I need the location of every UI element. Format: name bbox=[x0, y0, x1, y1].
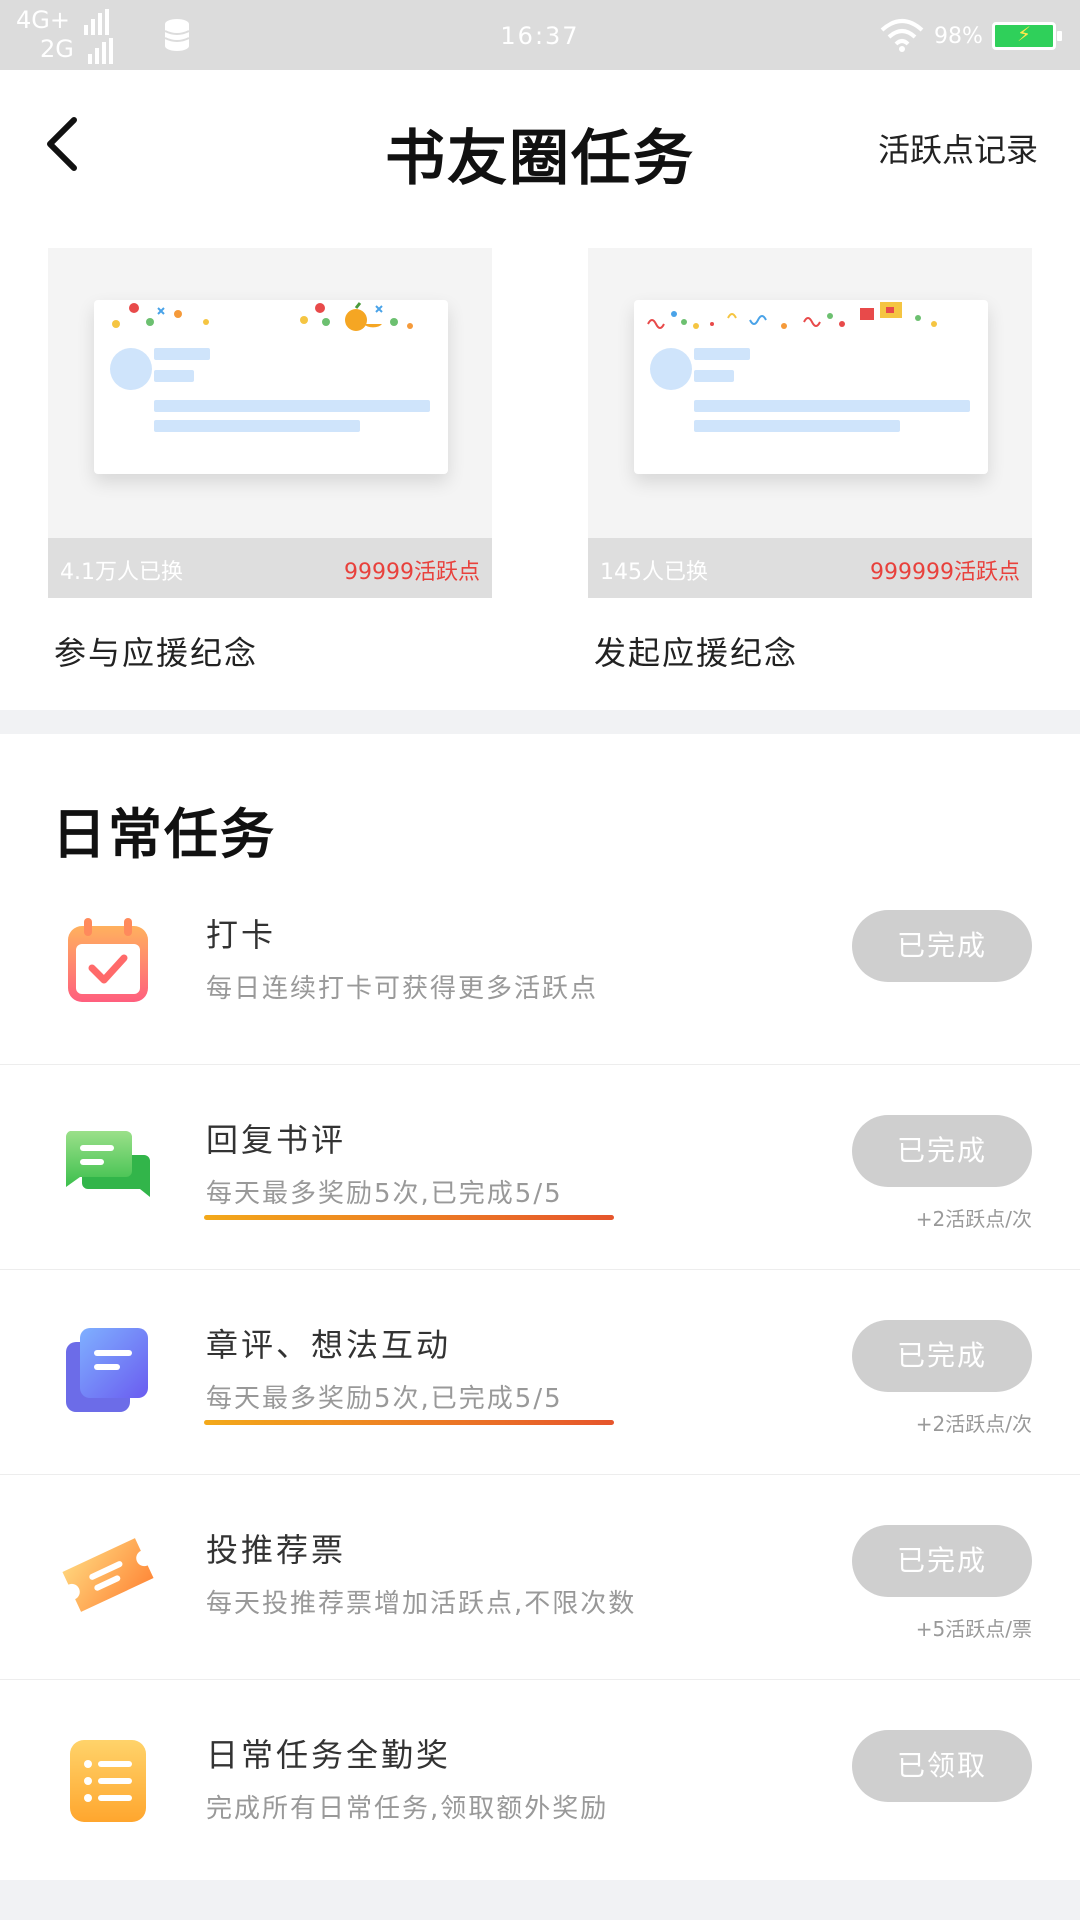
souvenir-preview bbox=[634, 300, 988, 474]
task-status-button[interactable]: 已完成 bbox=[852, 910, 1032, 982]
reward-note: +5活跃点/票 bbox=[915, 1617, 1032, 1641]
task-status-button[interactable]: 已领取 bbox=[852, 1730, 1032, 1802]
souvenir-stats-band: 4.1万人已换 99999活跃点 bbox=[48, 538, 492, 598]
souvenir-label: 参与应援纪念 bbox=[54, 634, 259, 672]
points-cost: 99999活跃点 bbox=[344, 560, 480, 585]
activity-record-link[interactable]: 活跃点记录 bbox=[878, 125, 1038, 171]
task-row-recommend-vote: 投推荐票 每天投推荐票增加活跃点,不限次数 已完成 +5活跃点/票 bbox=[0, 1475, 1080, 1680]
calendar-check-icon bbox=[68, 918, 148, 1002]
ticket-icon bbox=[62, 1538, 154, 1612]
task-title: 日常任务全勤奖 bbox=[206, 1736, 452, 1774]
notes-icon bbox=[66, 1328, 148, 1412]
souvenir-card[interactable]: 4.1万人已换 99999活跃点 参与应援纪念 bbox=[48, 248, 492, 674]
progress-underline bbox=[204, 1215, 614, 1220]
task-status-button[interactable]: 已完成 bbox=[852, 1525, 1032, 1597]
status-bar: 4G+ 2G 16:37 98% ⚡ bbox=[0, 0, 1080, 70]
progress-underline bbox=[204, 1420, 614, 1425]
reward-note: +2活跃点/次 bbox=[915, 1412, 1032, 1436]
task-description: 每天最多奖励5次,已完成5/5 bbox=[206, 1179, 563, 1209]
text-placeholder bbox=[154, 400, 430, 412]
task-description: 每日连续打卡可获得更多活跃点 bbox=[206, 974, 599, 1004]
nav-bar: 书友圈任务 活跃点记录 bbox=[0, 70, 1080, 220]
battery-icon: ⚡ bbox=[992, 22, 1062, 50]
souvenir-card[interactable]: 145人已换 999999活跃点 发起应援纪念 bbox=[588, 248, 1032, 674]
text-placeholder bbox=[694, 348, 750, 360]
task-status-button[interactable]: 已完成 bbox=[852, 1320, 1032, 1392]
souvenir-card-image: 145人已换 999999活跃点 bbox=[588, 248, 1032, 598]
points-cost: 999999活跃点 bbox=[870, 560, 1020, 585]
souvenir-card-image: 4.1万人已换 99999活跃点 bbox=[48, 248, 492, 598]
text-placeholder bbox=[694, 370, 734, 382]
souvenir-label: 发起应援纪念 bbox=[594, 634, 799, 672]
task-title: 打卡 bbox=[206, 916, 277, 954]
task-title: 回复书评 bbox=[206, 1121, 347, 1159]
task-title: 章评、想法互动 bbox=[206, 1326, 452, 1364]
text-placeholder bbox=[694, 420, 900, 432]
avatar-placeholder bbox=[650, 348, 692, 390]
text-placeholder bbox=[154, 348, 210, 360]
souvenir-preview bbox=[94, 300, 448, 474]
souvenir-section: 4.1万人已换 99999活跃点 参与应援纪念 145人已换 999999活跃点… bbox=[0, 220, 1080, 710]
task-description: 每天最多奖励5次,已完成5/5 bbox=[206, 1384, 563, 1414]
confetti-decoration bbox=[112, 302, 413, 331]
task-title: 投推荐票 bbox=[206, 1531, 347, 1569]
souvenir-stats-band: 145人已换 999999活跃点 bbox=[588, 538, 1032, 598]
task-row-checkin: 打卡 每日连续打卡可获得更多活跃点 已完成 bbox=[0, 860, 1080, 1065]
section-divider bbox=[0, 710, 1080, 734]
avatar-placeholder bbox=[110, 348, 152, 390]
task-description: 完成所有日常任务,领取额外奖励 bbox=[206, 1794, 609, 1824]
section-title: 日常任务 bbox=[52, 802, 276, 866]
wifi-icon bbox=[880, 19, 924, 52]
confetti-decoration bbox=[647, 302, 937, 329]
exchange-count: 145人已换 bbox=[600, 560, 708, 585]
task-description: 每天投推荐票增加活跃点,不限次数 bbox=[206, 1589, 637, 1619]
list-icon bbox=[70, 1740, 146, 1822]
bottom-divider bbox=[0, 1880, 1080, 1920]
reward-note: +2活跃点/次 bbox=[915, 1207, 1032, 1231]
task-row-reply-review: 回复书评 每天最多奖励5次,已完成5/5 已完成 +2活跃点/次 bbox=[0, 1065, 1080, 1270]
text-placeholder bbox=[154, 370, 194, 382]
text-placeholder bbox=[694, 400, 970, 412]
daily-tasks-section: 日常任务 打卡 每日连续打卡可获得更多活跃点 已完成 回复书评 每天最多奖励5次… bbox=[0, 734, 1080, 1880]
text-placeholder bbox=[154, 420, 360, 432]
exchange-count: 4.1万人已换 bbox=[60, 560, 183, 585]
task-row-chapter-comments: 章评、想法互动 每天最多奖励5次,已完成5/5 已完成 +2活跃点/次 bbox=[0, 1270, 1080, 1475]
chat-bubbles-icon bbox=[65, 1131, 150, 1197]
battery-percent: 98% bbox=[934, 24, 983, 49]
task-row-attendance-bonus: 日常任务全勤奖 完成所有日常任务,领取额外奖励 已领取 bbox=[0, 1680, 1080, 1885]
task-status-button[interactable]: 已完成 bbox=[852, 1115, 1032, 1187]
